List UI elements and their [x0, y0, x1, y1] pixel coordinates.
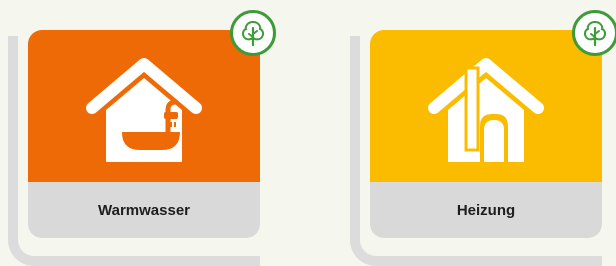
card-icon-area	[370, 30, 602, 182]
tile-label: Heizung	[456, 201, 516, 219]
card-icon-area	[28, 30, 260, 182]
eco-badge	[230, 10, 276, 56]
tile-warmwasser[interactable]: Warmwasser	[0, 0, 280, 266]
card-label-bar: Warmwasser	[28, 182, 260, 238]
tree-icon	[241, 20, 265, 47]
house-chimney-icon	[428, 58, 544, 162]
warmwasser-card[interactable]: Warmwasser	[28, 30, 260, 238]
eco-badge	[572, 10, 616, 56]
heizung-card[interactable]: Heizung	[370, 30, 602, 238]
card-label-bar: Heizung	[370, 182, 602, 238]
tree-icon	[583, 20, 607, 47]
house-shower-icon	[86, 58, 202, 162]
tile-heizung[interactable]: Heizung	[342, 0, 616, 266]
tile-label: Warmwasser	[98, 201, 190, 219]
